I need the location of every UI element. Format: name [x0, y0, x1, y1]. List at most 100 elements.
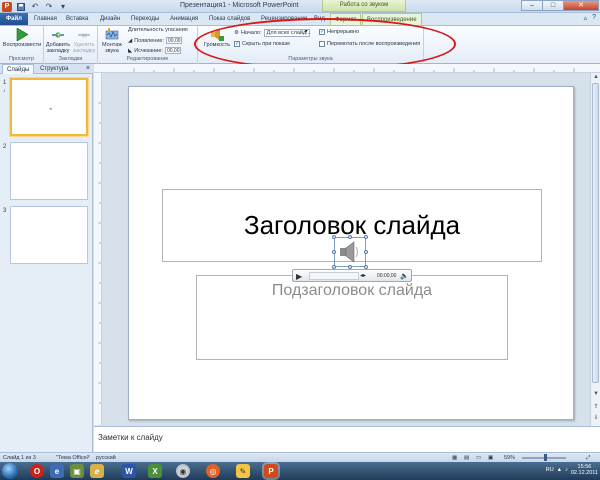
tray-volume-icon[interactable]: ♪	[565, 467, 568, 473]
slide-number-2: 2	[3, 144, 7, 150]
tab-slides[interactable]: Слайды	[2, 64, 35, 74]
slide-number-3: 3	[3, 208, 7, 214]
minimize-ribbon-icon[interactable]: ▵	[584, 14, 588, 22]
play-button[interactable]: Воспроизвести	[2, 28, 42, 48]
remove-bookmark-button[interactable]: × Удалить закладку	[71, 28, 97, 55]
status-language[interactable]: русский	[96, 455, 116, 461]
tab-insert[interactable]: Вставка	[62, 13, 92, 25]
slide-canvas[interactable]: Заголовок слайда Подзаголовок слайда ▶ ◂…	[128, 86, 574, 420]
resize-handle-l[interactable]	[332, 250, 336, 254]
slide-thumbnail-3[interactable]	[10, 206, 88, 264]
audio-player-bar: ▶ ◂▸ 00:00,00 🔈	[292, 269, 412, 282]
slide-sorter-icon[interactable]: ▤	[464, 455, 469, 461]
maximize-button[interactable]: □	[542, 0, 564, 11]
fade-duration-title: Длительность угасания	[128, 27, 188, 33]
speaker-icon	[340, 241, 359, 263]
media-player-icon[interactable]: ◉	[176, 464, 190, 478]
scroll-up-icon[interactable]: ▲	[592, 74, 600, 82]
resize-handle-tl[interactable]	[332, 235, 336, 239]
trim-audio-button[interactable]: Монтаж звука	[100, 28, 124, 54]
player-play-icon[interactable]: ▶	[296, 272, 302, 281]
next-slide-icon[interactable]: ⇓	[592, 414, 600, 422]
status-theme[interactable]: "Тема Office"	[56, 455, 89, 461]
paint-icon[interactable]: ✎	[236, 464, 250, 478]
undo-icon[interactable]: ↶	[30, 2, 40, 12]
player-step-icons[interactable]: ◂▸	[360, 272, 366, 279]
help-icon[interactable]: ?	[592, 14, 596, 22]
group-label-editing: Редактирование	[126, 56, 169, 62]
close-button[interactable]: ✕	[563, 0, 599, 11]
explorer-icon[interactable]: e	[50, 464, 64, 478]
vertical-ruler	[94, 73, 102, 425]
status-bar: Слайд 1 из 3 "Тема Office" русский ✓ ▦ ▤…	[0, 452, 600, 462]
tab-transitions[interactable]: Переходы	[127, 13, 163, 25]
resize-handle-r[interactable]	[364, 250, 368, 254]
tab-outline[interactable]: Структура	[36, 64, 72, 74]
group-label-bookmarks: Закладки	[58, 56, 83, 62]
slide-thumbnail-1[interactable]: ◂	[10, 78, 88, 136]
powerpoint-taskbar-icon[interactable]: P	[264, 464, 278, 478]
fade-in-label: Появление:	[134, 37, 164, 44]
add-bookmark-icon: +	[50, 28, 66, 41]
taskbar: O e ▣ ℯ W X ◉ ◎ ✎ P RU ▲ ♪ 15:56 02.12.2…	[0, 462, 600, 480]
prev-slide-icon[interactable]: ⇑	[592, 403, 600, 411]
window-controls: – □ ✕	[521, 0, 599, 11]
scroll-down-icon[interactable]: ▼	[592, 391, 600, 399]
group-preview: Воспроизвести Просмотр	[0, 26, 44, 64]
title-bar: P ↶ ↷ ▾ Презентация1 - Microsoft PowerPo…	[0, 0, 600, 13]
window-title: Презентация1 - Microsoft PowerPoint	[180, 2, 299, 9]
opera-icon[interactable]: O	[30, 464, 44, 478]
slides-pane-tabs: Слайды Структура ×	[0, 64, 93, 74]
group-editing: Монтаж звука Длительность угасания ◢ Поя…	[98, 26, 198, 64]
fade-out-input[interactable]: 00,00	[164, 47, 181, 54]
group-label-preview: Просмотр	[8, 56, 35, 62]
fade-in-input[interactable]: 00,00	[166, 37, 182, 44]
fade-out-icon: ◣	[128, 47, 133, 54]
fit-to-window-icon[interactable]: ⤢	[586, 455, 590, 462]
customize-qat-icon[interactable]: ▾	[58, 2, 68, 12]
sound-object[interactable]	[332, 235, 368, 269]
start-button[interactable]	[2, 463, 18, 479]
word-icon[interactable]: W	[122, 464, 136, 478]
resize-handle-t[interactable]	[348, 235, 352, 239]
powerpoint-app-icon[interactable]: P	[2, 1, 12, 12]
scrollbar-thumb[interactable]	[592, 83, 599, 383]
clock[interactable]: 15:56 02.12.2011	[571, 464, 598, 476]
folder-icon[interactable]: ▣	[70, 464, 84, 478]
trim-audio-label: Монтаж звука	[102, 42, 122, 54]
chrome-icon[interactable]: ◎	[206, 464, 220, 478]
slide-thumbnail-2[interactable]	[10, 142, 88, 200]
ie-icon[interactable]: ℯ	[90, 464, 104, 478]
vertical-scrollbar[interactable]: ▲ ▼ ⇑ ⇓	[590, 73, 600, 426]
save-icon[interactable]	[16, 2, 26, 12]
tab-animations[interactable]: Анимация	[166, 13, 202, 25]
player-volume-icon[interactable]: 🔈	[400, 272, 409, 280]
close-pane-icon[interactable]: ×	[86, 65, 90, 72]
language-indicator[interactable]: RU	[546, 467, 554, 473]
normal-view-icon[interactable]: ▦	[452, 455, 457, 461]
context-tab-title: Работа со звуком	[322, 0, 406, 12]
tab-file[interactable]: Файл	[0, 13, 28, 25]
zoom-slider[interactable]	[522, 454, 566, 461]
minimize-button[interactable]: –	[521, 0, 543, 11]
system-tray: RU ▲ ♪ 15:56 02.12.2011	[546, 464, 598, 476]
player-time: 00:00,00	[377, 273, 397, 279]
thumb-sound-icon: ◂	[49, 106, 52, 112]
tray-network-icon[interactable]: ▲	[557, 467, 562, 473]
tab-home[interactable]: Главная	[30, 13, 61, 25]
subtitle-placeholder[interactable]: Подзаголовок слайда	[196, 275, 508, 360]
zoom-level[interactable]: 59%	[504, 455, 515, 461]
redo-icon[interactable]: ↷	[44, 2, 54, 12]
notes-pane[interactable]: Заметки к слайду	[94, 426, 600, 452]
tab-design[interactable]: Дизайн	[96, 13, 124, 25]
reading-view-icon[interactable]: ▭	[476, 455, 481, 461]
add-bookmark-button[interactable]: + Добавить закладку	[45, 28, 71, 55]
resize-handle-tr[interactable]	[364, 235, 368, 239]
excel-icon[interactable]: X	[148, 464, 162, 478]
spellcheck-icon[interactable]: ✓	[86, 455, 91, 461]
slides-pane: Слайды Структура × 1 ♪ ◂ 2 3	[0, 64, 93, 452]
sound-marker-icon: ♪	[3, 88, 6, 94]
fade-in-icon: ◢	[128, 37, 133, 44]
player-seek-bar[interactable]	[309, 272, 359, 280]
slideshow-view-icon[interactable]: ▣	[488, 455, 493, 461]
